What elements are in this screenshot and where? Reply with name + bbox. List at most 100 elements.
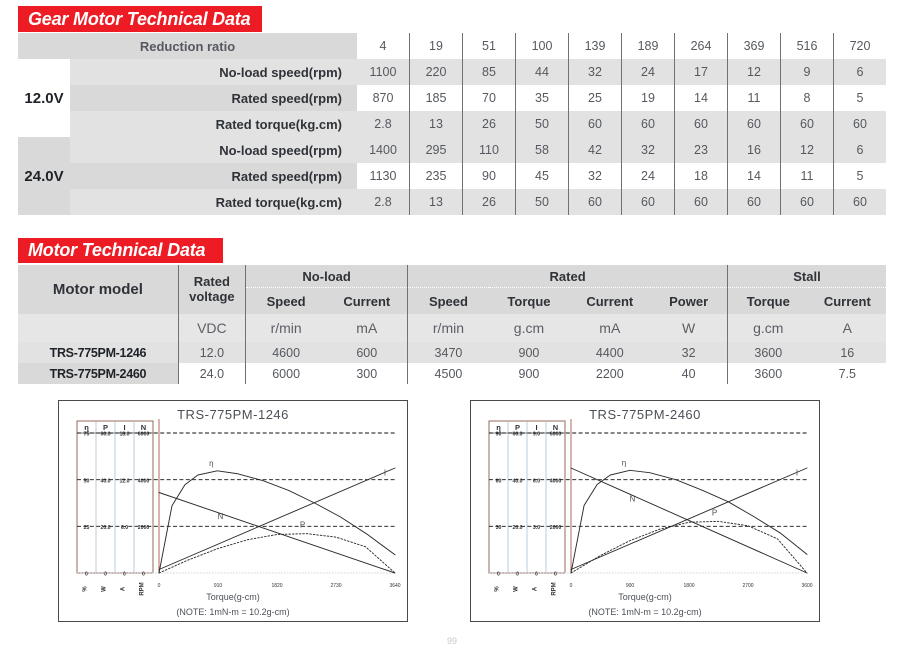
axis-unit-label: W <box>514 586 520 592</box>
reduction-ratio-value: 100 <box>515 33 569 59</box>
gear-data-cell: 110 <box>462 137 516 163</box>
gear-row-label: No-load speed(rpm) <box>70 59 357 85</box>
reduction-ratio-value: 19 <box>409 33 463 59</box>
axis-unit-label: % <box>83 586 89 592</box>
x-tick-label: 3640 <box>389 583 400 589</box>
axis-tick-value: 40.0 <box>512 478 522 484</box>
motor-sub-header: Speed <box>244 287 327 314</box>
axis-tick-value: 0 <box>123 572 126 578</box>
gear-data-cell: 11 <box>780 163 834 189</box>
gear-data-cell: 235 <box>409 163 463 189</box>
gear-data-cell: 50 <box>515 189 569 215</box>
axis-unit-label: A <box>121 586 127 591</box>
gear-data-cell: 14 <box>727 163 781 189</box>
gear-data-cell: 13 <box>409 189 463 215</box>
motor-sub-header: Current <box>569 287 651 314</box>
axis-tick-value: 25 <box>84 525 90 531</box>
gear-data-cell: 60 <box>674 189 728 215</box>
reduction-ratio-label: Reduction ratio <box>18 33 357 59</box>
gear-data-cell: 1130 <box>357 163 410 189</box>
motor-model-name: TRS-775PM-2460 <box>18 363 179 384</box>
gear-data-row: Rated torque(kg.cm) 2.8 13 26 50 60 60 60 60 60 60 <box>18 111 886 137</box>
chart-title: TRS-775PM-1246 <box>177 407 289 422</box>
motor-data-cell: 600 <box>326 342 408 363</box>
reduction-ratio-value: 369 <box>727 33 781 59</box>
motor-data-cell: 300 <box>326 363 408 384</box>
motor-data-cell: 900 <box>488 363 570 384</box>
gear-data-cell: 60 <box>833 111 886 137</box>
reduction-ratio-value: 516 <box>780 33 834 59</box>
voltage-group-label: 24.0V <box>18 137 70 215</box>
motor-data-row: TRS-775PM-1246 12.0 4600 600 3470 900 4400 32 36… <box>18 342 886 363</box>
gear-data-cell: 2.8 <box>357 111 410 137</box>
gear-header-row: Reduction ratio 4 19 51 100 139 189 264 369 516 72… <box>18 33 886 59</box>
performance-chart-2460: η 90 60 30 0% P 60.0 40.0 20.0 0 W I 9.0 6.0 3.0 0 A N 600… <box>470 400 820 622</box>
motor-sub-header: Speed <box>407 287 489 314</box>
curve-n <box>570 467 808 574</box>
curve-n <box>158 492 396 574</box>
gear-data-row: Rated speed(rpm) 870 185 70 35 25 19 14 11 8 5 <box>18 85 886 111</box>
gear-data-cell: 60 <box>568 111 622 137</box>
motor-sub-header: Torque <box>488 287 570 314</box>
gear-motor-technical-data-table: Reduction ratio 4 19 51 100 139 189 264 369 516 72… <box>18 33 886 215</box>
axis-unit-label: W <box>102 586 108 592</box>
gear-data-cell: 17 <box>674 59 728 85</box>
axis-tick-value: 20.0 <box>100 525 110 531</box>
reduction-ratio-value: 264 <box>674 33 728 59</box>
axis-tick-value: 6.0 <box>533 478 540 484</box>
gear-data-cell: 6 <box>833 137 886 163</box>
motor-data-cell: 40 <box>650 363 728 384</box>
axis-tick-value: 90 <box>496 432 502 438</box>
gear-data-cell: 32 <box>568 163 622 189</box>
motor-data-cell: 4600 <box>244 342 327 363</box>
gear-data-cell: 60 <box>727 111 781 137</box>
curve-label-speed: N <box>217 512 223 521</box>
motor-unit-cell: VDC <box>177 314 246 342</box>
axis-tick-value: 6000 <box>550 432 562 438</box>
gear-data-cell: 220 <box>409 59 463 85</box>
gear-data-cell: 870 <box>357 85 410 111</box>
reduction-ratio-value: 51 <box>462 33 516 59</box>
gear-row-label: No-load speed(rpm) <box>70 137 357 163</box>
motor-unit-cell: mA <box>569 314 651 342</box>
x-tick-label: 0 <box>158 583 161 589</box>
motor-unit-cell: mA <box>326 314 408 342</box>
axis-tick-value: 4000 <box>138 478 150 484</box>
motor-data-cell: 24.0 <box>177 363 246 384</box>
motor-data-cell: 2200 <box>569 363 651 384</box>
gear-data-cell: 60 <box>833 189 886 215</box>
gear-data-cell: 60 <box>568 189 622 215</box>
axis-tick-value: 2000 <box>550 525 562 531</box>
gear-data-cell: 18 <box>674 163 728 189</box>
x-tick-label: 1820 <box>271 583 282 589</box>
gear-data-cell: 16 <box>727 137 781 163</box>
gear-data-row: Rated torque(kg.cm) 2.8 13 26 50 60 60 60 60 60 60 <box>18 189 886 215</box>
x-tick-label: 2700 <box>742 583 753 589</box>
chart-note: (NOTE: 1mN-m = 10.2g-cm) <box>588 607 702 617</box>
chart-x-axis-label: Torque(g-cm) <box>206 592 260 602</box>
motor-units-row: VDC r/min mA r/min g.cm mA Wg.cm A <box>18 314 886 342</box>
curve-label-speed: N <box>629 494 635 503</box>
gear-data-cell: 23 <box>674 137 728 163</box>
axis-tick-value: 75 <box>84 432 90 438</box>
axis-tick-value: 60.0 <box>512 432 522 438</box>
datasheet-page: Gear Motor Technical Data Reduction rati… <box>0 0 904 649</box>
curve-label-eta: η <box>622 458 626 467</box>
axis-tick-value: 0 <box>85 572 88 578</box>
gear-data-cell: 19 <box>621 85 675 111</box>
motor-unit-cell: g.cm <box>726 314 809 342</box>
axis-tick-value: 2000 <box>138 525 150 531</box>
motor-data-cell: 32 <box>650 342 728 363</box>
motor-data-cell: 7.5 <box>808 363 886 384</box>
motor-sub-header: Torque <box>726 287 809 314</box>
axis-tick-value: 0 <box>554 572 557 578</box>
gear-data-cell: 8 <box>780 85 834 111</box>
curve-label-power: P <box>712 508 717 517</box>
axis-unit-label: A <box>533 586 539 591</box>
voltage-group-label: 12.0V <box>18 59 70 137</box>
axis-tick-value: 12.0 <box>119 478 129 484</box>
axis-unit-label: % <box>495 586 501 592</box>
motor-sub-header: Current <box>326 287 408 314</box>
gear-data-cell: 11 <box>727 85 781 111</box>
reduction-ratio-value: 720 <box>833 33 886 59</box>
